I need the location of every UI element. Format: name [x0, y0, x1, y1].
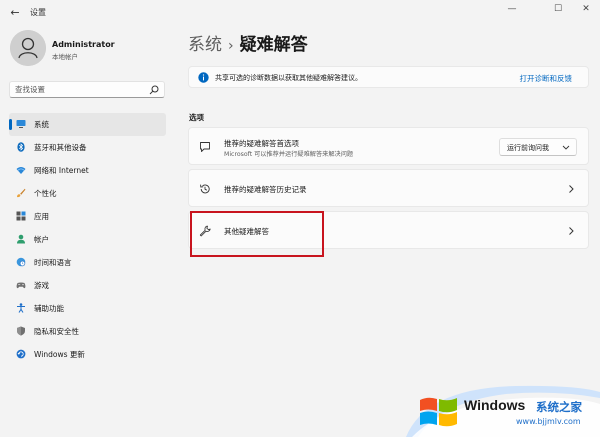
sidebar-item-label: 帐户	[34, 235, 49, 244]
person-icon	[17, 234, 25, 244]
sidebar-item-time-language[interactable]: 时间和语言	[9, 251, 166, 274]
watermark: Windows 系统之家 www.bjjmlv.com	[406, 380, 600, 437]
info-banner: 共享可选的诊断数据以获取其他疑难解答建议。 打开诊断和反馈	[188, 66, 589, 88]
card-title: 推荐的疑难解答首选项	[224, 139, 299, 148]
sidebar-item-label: 蓝牙和其他设备	[34, 143, 87, 152]
globe-clock-icon	[16, 257, 26, 267]
sidebar-item-label: 个性化	[34, 189, 57, 198]
wifi-icon	[16, 167, 26, 174]
sidebar-item-windows-update[interactable]: Windows 更新	[9, 343, 166, 366]
update-icon	[16, 349, 26, 359]
sidebar-item-network[interactable]: 网络和 Internet	[9, 159, 166, 182]
open-diagnostics-link[interactable]: 打开诊断和反馈	[520, 73, 573, 84]
breadcrumb: 系统 › 疑难解答	[188, 30, 308, 55]
sidebar-item-label: 辅助功能	[34, 304, 64, 313]
search-box[interactable]	[9, 81, 165, 98]
sidebar-item-system[interactable]: 系统	[9, 113, 166, 136]
page-title: 疑难解答	[239, 35, 308, 55]
troubleshooter-history-card[interactable]: 推荐的疑难解答历史记录	[188, 169, 589, 207]
section-label: 选项	[189, 113, 204, 122]
chevron-down-icon	[562, 145, 570, 150]
user-profile[interactable]: Administrator 本地帐户	[10, 30, 180, 70]
watermark-brand: Windows	[464, 397, 526, 413]
dropdown-value: 运行前询问我	[507, 144, 549, 152]
minimize-icon[interactable]: —	[502, 2, 522, 16]
sidebar-item-label: 游戏	[34, 281, 49, 290]
bluetooth-icon	[17, 142, 25, 152]
chevron-right-icon	[569, 227, 574, 235]
gamepad-icon	[16, 282, 26, 289]
chevron-right-icon	[569, 185, 574, 193]
app-title: 设置	[30, 8, 46, 17]
sidebar-item-bluetooth[interactable]: 蓝牙和其他设备	[9, 136, 166, 159]
sidebar-item-gaming[interactable]: 游戏	[9, 274, 166, 297]
close-icon[interactable]: ✕	[576, 2, 596, 16]
card-title: 推荐的疑难解答历史记录	[224, 185, 307, 194]
accessibility-icon	[17, 303, 25, 313]
highlight-box	[190, 211, 324, 257]
title-bar: ← 设置 — ☐ ✕	[0, 0, 600, 26]
card-subtitle: Microsoft 可以推荐并运行疑难解答来解决问题	[224, 151, 354, 158]
sidebar-item-label: Windows 更新	[34, 350, 85, 359]
history-icon	[200, 184, 210, 194]
sidebar-item-apps[interactable]: 应用	[9, 205, 166, 228]
person-avatar-icon	[10, 30, 46, 66]
sidebar-item-personalization[interactable]: 个性化	[9, 182, 166, 205]
sidebar-item-privacy[interactable]: 隐私和安全性	[9, 320, 166, 343]
chat-icon	[200, 142, 210, 152]
windows-logo-icon	[420, 397, 457, 427]
sidebar-item-label: 网络和 Internet	[34, 166, 89, 175]
sidebar-item-accounts[interactable]: 帐户	[9, 228, 166, 251]
sidebar-item-label: 系统	[34, 120, 49, 129]
maximize-icon[interactable]: ☐	[548, 2, 568, 16]
brush-icon	[17, 188, 26, 198]
sidebar-item-label: 隐私和安全性	[34, 327, 79, 336]
info-icon	[198, 72, 209, 83]
apps-icon	[16, 211, 26, 221]
search-icon[interactable]	[149, 85, 159, 95]
shield-icon	[17, 326, 25, 336]
back-arrow-icon[interactable]: ←	[8, 6, 22, 20]
sidebar-item-label: 应用	[34, 212, 49, 221]
breadcrumb-parent[interactable]: 系统	[188, 35, 222, 55]
recommended-preferences-card: 推荐的疑难解答首选项 Microsoft 可以推荐并运行疑难解答来解决问题 运行…	[188, 127, 589, 165]
watermark-url: www.bjjmlv.com	[516, 417, 581, 426]
account-type: 本地帐户	[52, 53, 78, 61]
sidebar-item-accessibility[interactable]: 辅助功能	[9, 297, 166, 320]
search-input[interactable]	[15, 84, 145, 95]
troubleshooter-preference-dropdown[interactable]: 运行前询问我	[499, 138, 577, 156]
breadcrumb-separator: ›	[228, 38, 234, 54]
info-banner-text: 共享可选的诊断数据以获取其他疑难解答建议。	[215, 74, 362, 82]
sidebar-nav: 系统 蓝牙和其他设备 网络和 Internet 个性化 应用 帐户 时间和语言 …	[9, 113, 166, 366]
monitor-icon	[16, 120, 26, 128]
user-name: Administrator	[52, 40, 115, 49]
watermark-site-name: 系统之家	[536, 400, 582, 414]
sidebar-item-label: 时间和语言	[34, 258, 72, 267]
avatar	[10, 30, 46, 66]
